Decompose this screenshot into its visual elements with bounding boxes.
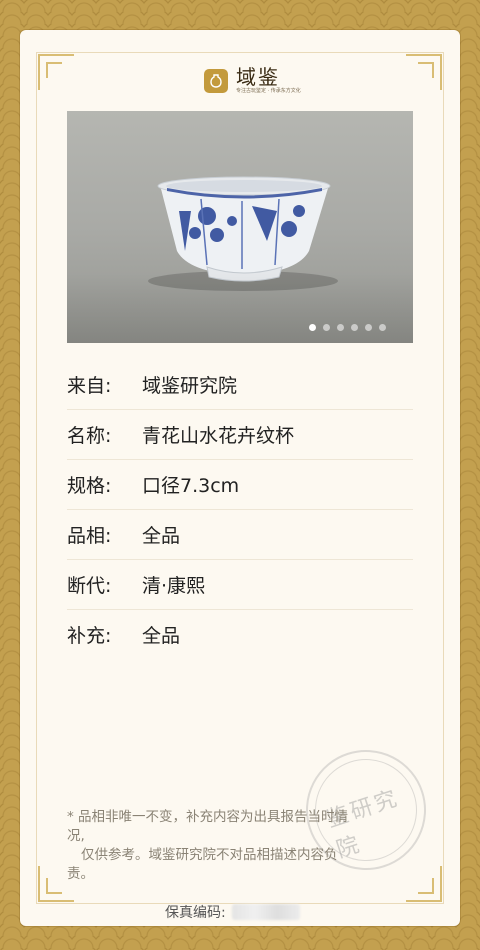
name-label: 名称:: [67, 425, 112, 447]
corner-ornament: [406, 54, 442, 90]
note-line: * 品相非唯一不变，补充内容为出具报告当时情: [67, 809, 349, 825]
detail-row-quality: 品相: 全品: [67, 510, 413, 560]
note-line: 仅供参考。域鉴研究院不对品相描述内容负: [81, 847, 338, 863]
detail-row-name: 名称: 青花山水花卉纹杯: [67, 410, 413, 460]
brand-name: 域鉴: [236, 65, 280, 89]
quality-label: 品相:: [67, 525, 112, 547]
name-value: 青花山水花卉纹杯: [142, 425, 295, 447]
item-photo-carousel[interactable]: [67, 111, 413, 343]
detail-row-from: 来自: 域鉴研究院: [67, 360, 413, 410]
period-value: 清·康熙: [142, 575, 206, 597]
from-value: 域鉴研究院: [142, 375, 238, 397]
verification-code-redacted: [231, 904, 300, 920]
verification-code: 保真编码:: [165, 902, 300, 922]
disclaimer-note: * 品相非唯一不变，补充内容为出具报告当时情 况, 仅供参考。域鉴研究院不对品相…: [67, 808, 417, 884]
spec-value: 口径7.3cm: [142, 475, 240, 497]
carousel-dot[interactable]: [379, 324, 386, 331]
detail-list: 来自: 域鉴研究院 名称: 青花山水花卉纹杯 规格: 口径7.3cm 品相: 全…: [67, 360, 413, 659]
spec-label: 规格:: [67, 475, 112, 497]
certificate-card: 域鉴 专注古玩鉴定 · 传承东方文化 来自: 域鉴研究院 名称: 青花山水花卉纹…: [20, 30, 460, 926]
carousel-dots[interactable]: [309, 324, 386, 331]
detail-row-period: 断代: 清·康熙: [67, 560, 413, 610]
brand-logo: 域鉴 专注古玩鉴定 · 传承东方文化: [204, 66, 301, 95]
corner-ornament: [38, 54, 74, 90]
carousel-dot[interactable]: [365, 324, 372, 331]
carousel-dot[interactable]: [351, 324, 358, 331]
verification-label: 保真编码:: [165, 905, 226, 921]
carousel-dot[interactable]: [337, 324, 344, 331]
carousel-dot[interactable]: [309, 324, 316, 331]
detail-row-supplement: 补充: 全品: [67, 610, 413, 659]
logo-vase-icon: [204, 68, 228, 93]
detail-row-spec: 规格: 口径7.3cm: [67, 460, 413, 510]
supplement-value: 全品: [142, 625, 181, 647]
note-line: 责。: [67, 866, 94, 882]
note-line: 况,: [67, 828, 85, 844]
quality-value: 全品: [142, 525, 181, 547]
brand-tagline: 专注古玩鉴定 · 传承东方文化: [236, 88, 301, 94]
carousel-dot[interactable]: [323, 324, 330, 331]
supplement-label: 补充:: [67, 625, 112, 647]
from-label: 来自:: [67, 375, 112, 397]
photo-shadow: [67, 273, 413, 343]
period-label: 断代:: [67, 575, 112, 597]
